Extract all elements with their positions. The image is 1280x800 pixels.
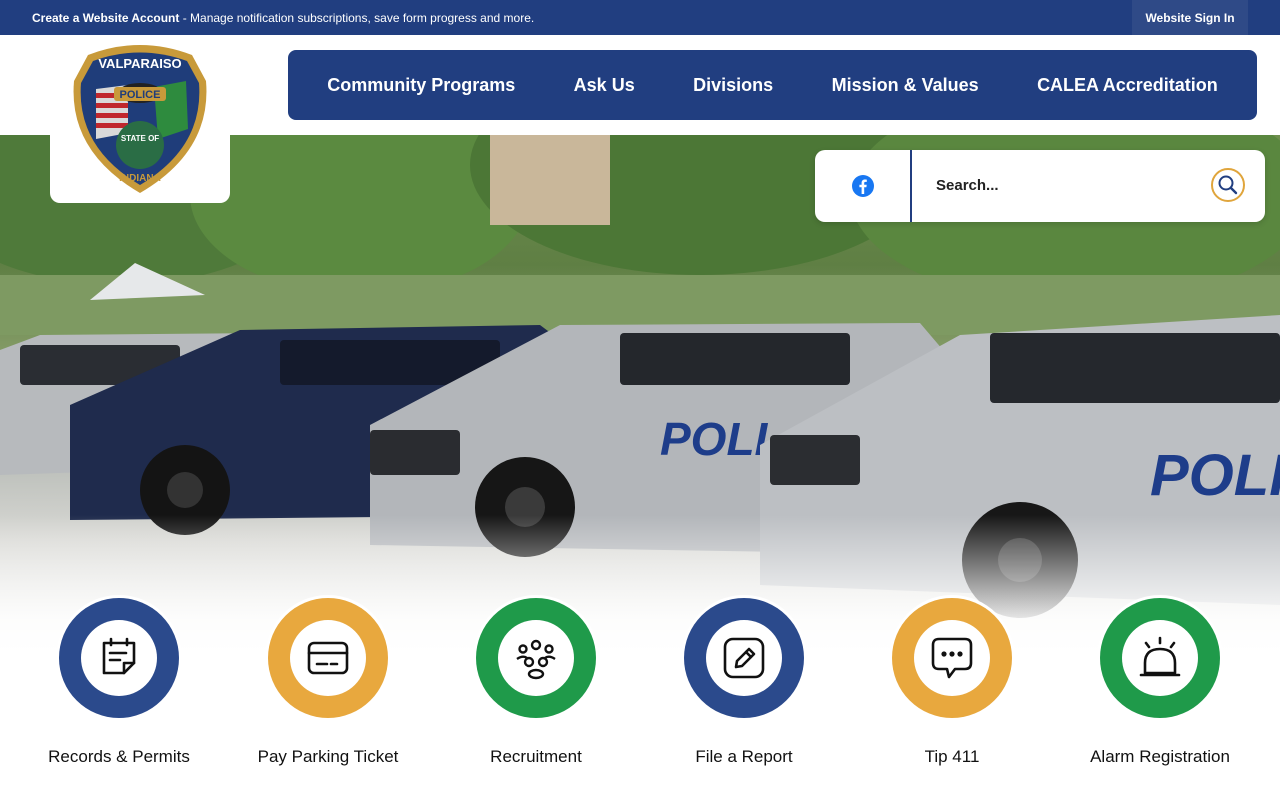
quick-links: Records & Permits Pay Parking Ticket Rec… [0,595,1280,800]
svg-text:POLI: POLI [660,413,769,465]
quick-link-label: Pay Parking Ticket [257,747,399,766]
alarm-bell-icon [1139,636,1181,677]
nav-divisions[interactable]: Divisions [693,75,773,96]
nav-ask-us[interactable]: Ask Us [574,75,635,96]
nav-mission-values[interactable]: Mission & Values [832,75,979,96]
people-icon [516,639,556,680]
logo-top-text: VALPARAISO [98,56,181,71]
quick-link-label: File a Report [695,747,793,766]
search-icon [1218,175,1238,195]
logo-bottom-text: INDIANA [119,173,161,184]
quick-link-label: Recruitment [490,747,582,766]
quick-link-label: Alarm Registration [1090,747,1230,766]
quick-link-file-a-report[interactable]: File a Report [654,595,834,767]
quick-link-tip-411[interactable]: Tip 411 [862,595,1042,767]
document-note-icon [102,637,136,675]
valparaiso-police-badge: VALPARAISO POLICE STATE OF INDIANA [73,45,207,193]
svg-text:POLI: POLI [1150,443,1280,508]
top-bar: Create a Website Account - Manage notifi… [0,0,1280,35]
search-input[interactable]: Search... [936,177,999,194]
edit-pencil-icon [723,637,765,679]
chat-bubble-icon [931,637,973,679]
quick-link-label: Records & Permits [48,747,190,766]
site-logo[interactable]: VALPARAISO POLICE STATE OF INDIANA [50,35,230,203]
quick-link-pay-parking-ticket[interactable]: Pay Parking Ticket [238,595,418,767]
search-bar: Search... [815,150,1265,222]
main-navigation: Community Programs Ask Us Divisions Miss… [288,50,1257,120]
quick-link-records-permits[interactable]: Records & Permits [29,595,209,767]
quick-link-recruitment[interactable]: Recruitment [446,595,626,767]
nav-community-programs[interactable]: Community Programs [327,75,515,96]
quick-link-label: Tip 411 [924,747,980,766]
facebook-link[interactable] [815,150,912,222]
facebook-icon [851,175,874,197]
account-notice-text: - Manage notification subscriptions, sav… [179,11,535,25]
card-icon [307,641,349,675]
logo-state-text: STATE OF [121,134,159,143]
account-notice[interactable]: Create a Website Account - Manage notifi… [32,11,534,25]
quick-link-alarm-registration[interactable]: Alarm Registration [1070,595,1250,767]
website-sign-in-button[interactable]: Website Sign In [1132,0,1248,35]
nav-calea-accreditation[interactable]: CALEA Accreditation [1037,75,1218,96]
logo-badge-text: POLICE [120,89,161,101]
search-button[interactable] [1211,168,1245,202]
create-account-link[interactable]: Create a Website Account [32,11,179,25]
